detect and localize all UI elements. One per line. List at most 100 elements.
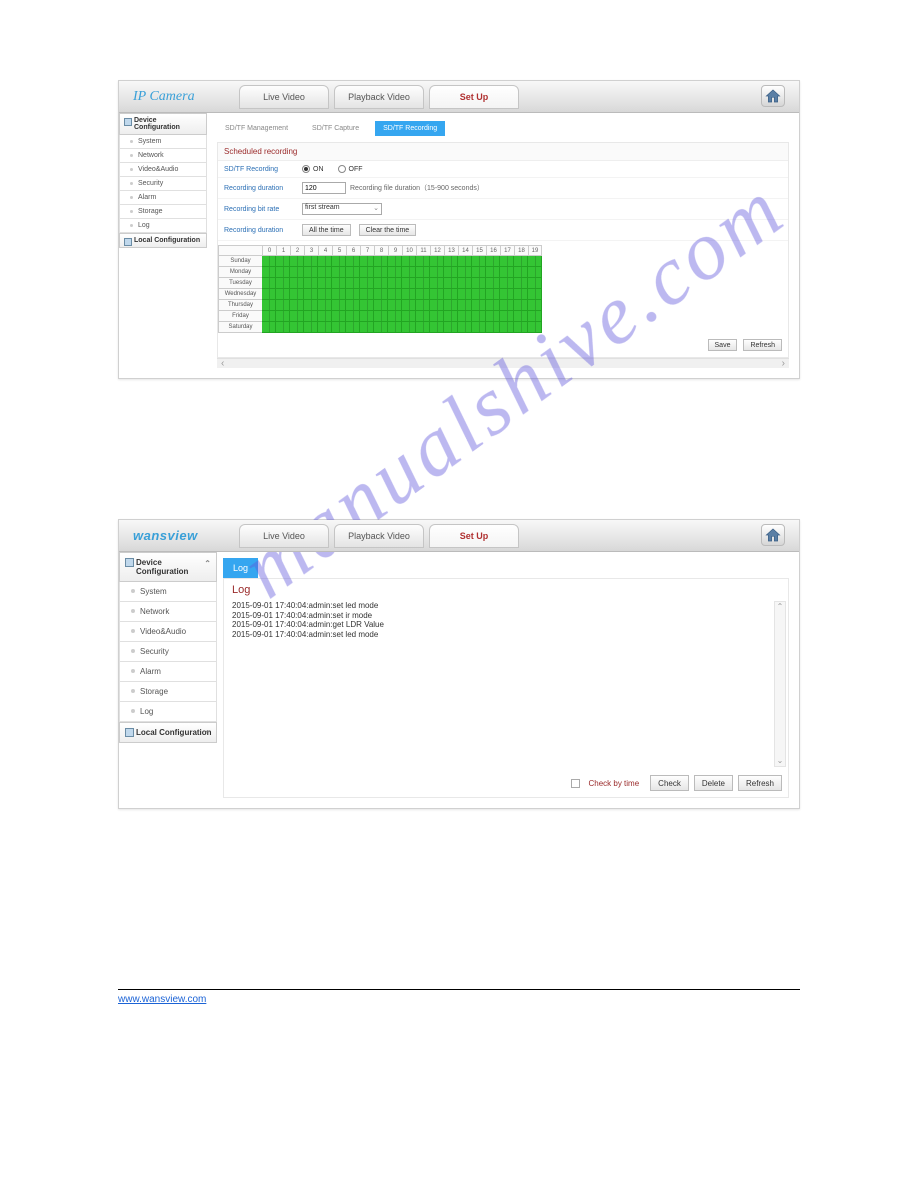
schedule-cell[interactable] [472,256,486,267]
schedule-cell[interactable] [374,256,388,267]
refresh-button[interactable]: Refresh [738,775,782,791]
tab-log[interactable]: Log [223,558,258,578]
schedule-cell[interactable] [458,289,472,300]
schedule-cell[interactable] [444,256,458,267]
schedule-cell[interactable] [486,311,500,322]
check-by-time-checkbox[interactable] [571,779,580,788]
sidebar-item-videoaudio[interactable]: Video&Audio [119,163,207,177]
nav-setup[interactable]: Set Up [429,85,519,109]
schedule-cell[interactable] [262,311,276,322]
schedule-cell[interactable] [472,289,486,300]
schedule-cell[interactable] [388,256,402,267]
schedule-cell[interactable] [332,267,346,278]
schedule-cell[interactable] [346,289,360,300]
sidebar-header-device[interactable]: Device Configuration⌃ [119,552,217,582]
schedule-cell[interactable] [402,256,416,267]
schedule-cell[interactable] [500,267,514,278]
schedule-cell[interactable] [472,300,486,311]
schedule-cell[interactable] [304,300,318,311]
schedule-cell[interactable] [416,311,430,322]
schedule-cell[interactable] [416,267,430,278]
schedule-cell[interactable] [444,322,458,333]
schedule-cell[interactable] [528,322,542,333]
schedule-cell[interactable] [318,278,332,289]
schedule-cell[interactable] [528,267,542,278]
schedule-cell[interactable] [374,278,388,289]
schedule-cell[interactable] [262,256,276,267]
schedule-cell[interactable] [430,311,444,322]
schedule-cell[interactable] [318,289,332,300]
schedule-cell[interactable] [262,322,276,333]
schedule-cell[interactable] [276,322,290,333]
schedule-cell[interactable] [458,278,472,289]
schedule-cell[interactable] [514,267,528,278]
schedule-cell[interactable] [472,311,486,322]
scroll-down-icon[interactable]: ⌄ [777,756,784,766]
schedule-cell[interactable] [430,278,444,289]
schedule-cell[interactable] [304,322,318,333]
sidebar-item-security[interactable]: Security [119,642,217,662]
sidebar-item-storage[interactable]: Storage [119,205,207,219]
nav-live[interactable]: Live Video [239,85,329,109]
schedule-cell[interactable] [332,278,346,289]
sidebar-header-local[interactable]: Local Configuration⌃ [119,722,217,743]
home-icon[interactable] [761,85,785,107]
tab-capture[interactable]: SD/TF Capture [304,121,367,136]
sidebar-header-local[interactable]: Local Configuration [119,233,207,248]
schedule-cell[interactable] [388,311,402,322]
schedule-cell[interactable] [290,311,304,322]
sidebar-item-network[interactable]: Network [119,149,207,163]
schedule-cell[interactable] [360,278,374,289]
sidebar-header-device[interactable]: Device Configuration [119,113,207,135]
schedule-cell[interactable] [430,300,444,311]
schedule-cell[interactable] [332,300,346,311]
schedule-cell[interactable] [472,267,486,278]
schedule-cell[interactable] [514,256,528,267]
schedule-cell[interactable] [416,289,430,300]
schedule-cell[interactable] [514,311,528,322]
schedule-cell[interactable] [486,256,500,267]
schedule-cell[interactable] [360,256,374,267]
schedule-cell[interactable] [500,289,514,300]
schedule-cell[interactable] [332,322,346,333]
all-time-button[interactable]: All the time [302,224,351,236]
schedule-cell[interactable] [486,278,500,289]
schedule-cell[interactable] [304,289,318,300]
schedule-cell[interactable] [458,300,472,311]
schedule-cell[interactable] [276,289,290,300]
schedule-cell[interactable] [514,289,528,300]
schedule-cell[interactable] [402,311,416,322]
bitrate-select[interactable]: first stream⌄ [302,203,382,215]
schedule-cell[interactable] [332,256,346,267]
schedule-cell[interactable] [472,322,486,333]
schedule-cell[interactable] [332,289,346,300]
schedule-cell[interactable] [486,300,500,311]
schedule-cell[interactable] [444,300,458,311]
clear-time-button[interactable]: Clear the time [359,224,417,236]
schedule-cell[interactable] [318,311,332,322]
schedule-cell[interactable] [388,289,402,300]
schedule-cell[interactable] [360,289,374,300]
schedule-cell[interactable] [346,256,360,267]
schedule-cell[interactable] [290,300,304,311]
schedule-cell[interactable] [528,300,542,311]
schedule-cell[interactable] [304,311,318,322]
radio-on[interactable] [302,165,310,173]
nav-playback[interactable]: Playback Video [334,85,424,109]
schedule-cell[interactable] [430,267,444,278]
schedule-cell[interactable] [402,300,416,311]
home-icon[interactable] [761,524,785,546]
schedule-cell[interactable] [402,322,416,333]
radio-off[interactable] [338,165,346,173]
schedule-cell[interactable] [290,278,304,289]
schedule-cell[interactable] [430,256,444,267]
schedule-cell[interactable] [360,322,374,333]
schedule-cell[interactable] [276,300,290,311]
sidebar-item-security[interactable]: Security [119,177,207,191]
schedule-cell[interactable] [374,311,388,322]
schedule-cell[interactable] [304,256,318,267]
schedule-cell[interactable] [444,278,458,289]
schedule-cell[interactable] [304,267,318,278]
refresh-button[interactable]: Refresh [743,339,782,351]
scroll-left-icon[interactable]: ‹ [221,358,224,369]
